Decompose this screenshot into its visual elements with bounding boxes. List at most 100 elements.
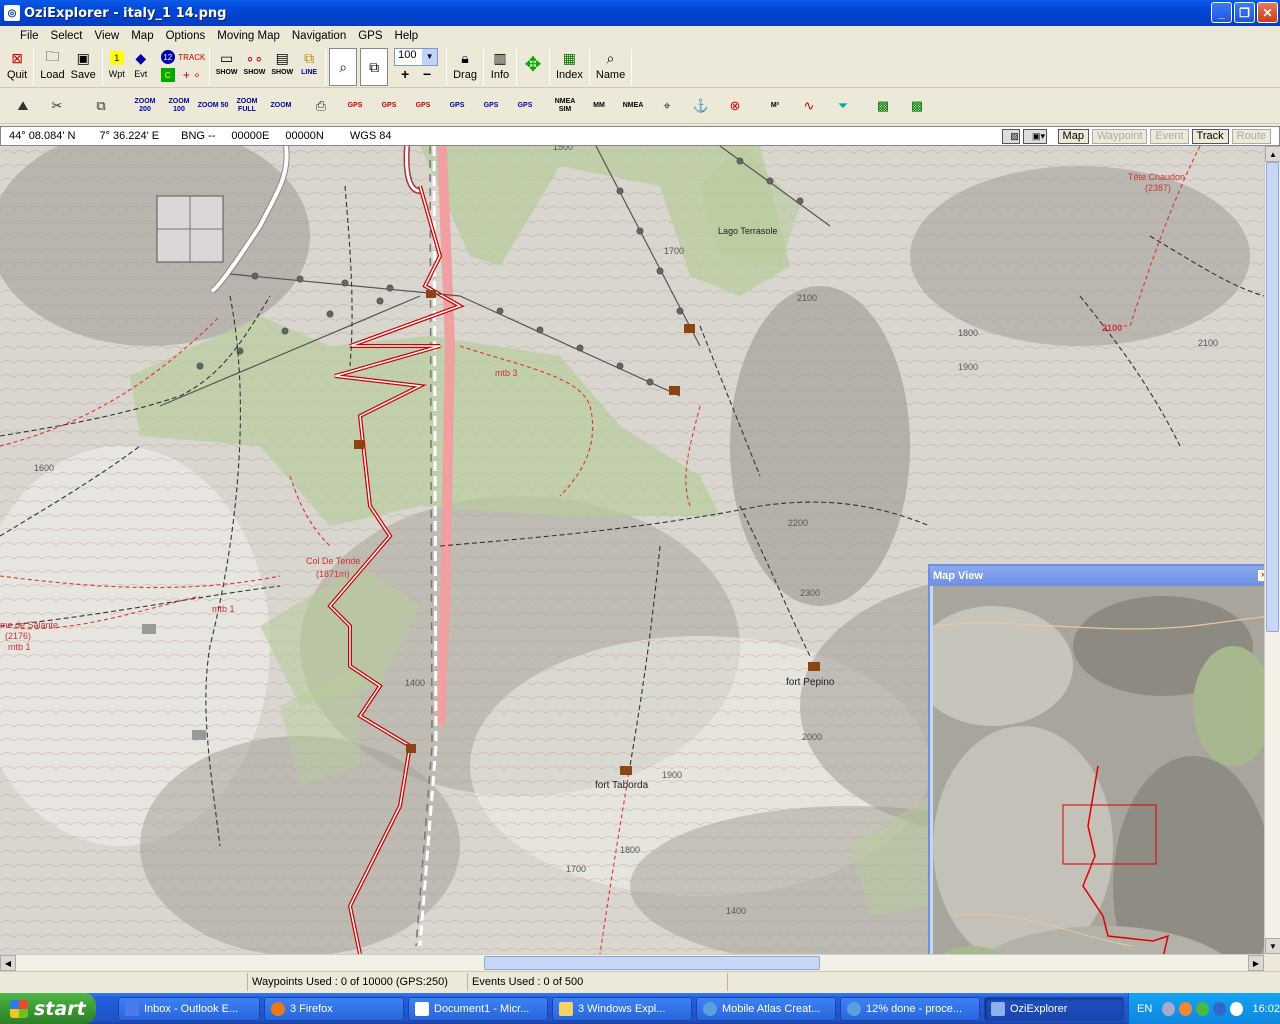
profile-button[interactable]: ∿ (792, 91, 826, 121)
zoom-out-button[interactable]: − (423, 66, 431, 82)
show-waypoints-button[interactable]: ∘∘ SHOW (241, 48, 269, 86)
title-bar[interactable]: ◎ OziExplorer - italy_1 14.png _ ❐ ✕ (0, 0, 1280, 26)
menu-select[interactable]: Select (45, 30, 89, 42)
start-button[interactable]: start (0, 993, 96, 1024)
bluetooth-icon[interactable] (1212, 1001, 1226, 1016)
task-mobile-atlas[interactable]: Mobile Atlas Creat... (696, 996, 836, 1021)
map-image-toggle-button[interactable]: ▨ (1001, 129, 1020, 144)
save-button[interactable]: ▣ Save (68, 48, 99, 86)
map-image-1-button[interactable]: ▩ (866, 91, 900, 121)
nmea-sim-button[interactable]: NMEA SIM (548, 91, 582, 121)
pan-arrows-button[interactable]: ✥ (520, 48, 546, 86)
area-button[interactable]: M² (758, 91, 792, 121)
crosshair-button[interactable]: ⌖ (650, 91, 684, 121)
menu-file[interactable]: File (14, 30, 45, 42)
print-button[interactable]: ⎙ (304, 91, 338, 121)
zoom-tool-button[interactable]: ⌕ (329, 48, 358, 86)
gps-upload-button[interactable]: GPS (338, 91, 372, 121)
zoom-50-button[interactable]: ZOOM 50 (196, 91, 230, 121)
menu-help[interactable]: Help (389, 30, 425, 42)
scroll-right-arrow[interactable]: ▶ (1248, 955, 1264, 971)
zoom-rect-button[interactable]: ZOOM (264, 91, 298, 121)
sync-icon[interactable] (1195, 1001, 1209, 1016)
task-explorer[interactable]: 3 Windows Expl... (552, 996, 692, 1021)
vertical-scrollbar[interactable]: ▲ ▼ (1264, 146, 1280, 954)
language-indicator[interactable]: EN (1137, 1003, 1152, 1015)
task-progress[interactable]: 12% done - proce... (840, 996, 980, 1021)
task-outlook[interactable]: Inbox - Outlook E... (118, 996, 260, 1021)
gps-download-button[interactable]: GPS (372, 91, 406, 121)
clock-status-icon[interactable] (1229, 1001, 1243, 1016)
horizontal-scrollbar[interactable]: ◀ ▶ (0, 954, 1264, 971)
nmea-button[interactable]: NMEA (616, 91, 650, 121)
quit-button[interactable]: ⊠ Quit (4, 48, 30, 86)
network-icon[interactable] (1162, 1001, 1176, 1016)
map-view-panel[interactable]: Map View × (928, 564, 1264, 954)
scroll-down-arrow[interactable]: ▼ (1265, 938, 1280, 954)
event-button[interactable]: ◆ Evt (128, 48, 154, 86)
show-tracks-button[interactable]: ▭ SHOW (213, 48, 241, 86)
line-button[interactable]: ⧉ LINE (296, 48, 322, 86)
task-oziexplorer[interactable]: OziExplorer (984, 996, 1124, 1021)
minimize-button[interactable]: _ (1211, 2, 1232, 23)
map-view-header[interactable]: Map View (930, 566, 1264, 586)
info-button[interactable]: ▥ Info (487, 48, 513, 86)
mode-tab-waypoint[interactable]: Waypoint (1091, 129, 1148, 144)
c-icon[interactable]: C (160, 68, 175, 82)
zoom-in-button[interactable]: + (401, 66, 409, 82)
mode-tab-track[interactable]: Track (1191, 129, 1229, 144)
menu-view[interactable]: View (89, 30, 126, 42)
menu-gps[interactable]: GPS (352, 30, 388, 42)
overview-map[interactable] (933, 586, 1264, 954)
save-mode-button[interactable]: ▣▾ (1022, 129, 1047, 144)
close-button[interactable]: ✕ (1257, 2, 1278, 23)
menu-navigation[interactable]: Navigation (286, 30, 352, 42)
gps-event-button[interactable]: GPS (508, 91, 542, 121)
load-button[interactable]: 🗀 Load (37, 48, 67, 86)
map-view-overview[interactable] (933, 586, 1264, 954)
gps-track-button[interactable]: GPS (406, 91, 440, 121)
map-view-close-button[interactable]: × (1257, 569, 1264, 582)
moving-map-button[interactable]: MM (582, 91, 616, 121)
vertical-scroll-thumb[interactable] (1266, 162, 1279, 632)
menu-moving-map[interactable]: Moving Map (211, 30, 286, 42)
map-tool-3-button[interactable]: ⧉ (84, 91, 118, 121)
horizontal-scroll-thumb[interactable] (484, 956, 820, 970)
waypoint-button[interactable]: 1 Wpt (106, 48, 128, 86)
task-firefox[interactable]: 3 Firefox (264, 996, 404, 1021)
map-tool-2-button[interactable]: ✂ (40, 91, 74, 121)
map-canvas[interactable]: Lago Terrasole Tête Chaudon (2387) Col D… (0, 146, 1264, 954)
task-word[interactable]: Document1 - Micr... (408, 996, 548, 1021)
map-image-2-button[interactable]: ▩ (900, 91, 934, 121)
stop-button[interactable]: ⊗ (718, 91, 752, 121)
route-12-icon[interactable]: 12 (160, 50, 175, 64)
clock[interactable]: 16:02 (1253, 1003, 1280, 1015)
index-button[interactable]: ▦ Index (553, 48, 586, 86)
show-routes-button[interactable]: ▤ SHOW (268, 48, 296, 86)
track-plus-icon[interactable]: + ∘ (180, 66, 204, 84)
zoom-200-button[interactable]: ZOOM 200 (128, 91, 162, 121)
map-window-button[interactable]: ⧉ (360, 48, 389, 86)
zoom-full-button[interactable]: ZOOM FULL (230, 91, 264, 121)
menu-map[interactable]: Map (125, 30, 159, 42)
mode-tab-map[interactable]: Map (1057, 129, 1089, 144)
map-grid-widget[interactable] (156, 195, 224, 263)
chevron-down-icon[interactable]: ▼ (422, 49, 438, 65)
gps-route-button[interactable]: GPS (474, 91, 508, 121)
zoom-select[interactable]: 100 ▼ (394, 48, 439, 66)
maximize-button[interactable]: ❐ (1234, 2, 1255, 23)
gps-waypoint-button[interactable]: GPS (440, 91, 474, 121)
mode-tab-route[interactable]: Route (1231, 129, 1271, 144)
name-search-button[interactable]: ⌕ Name (593, 48, 628, 86)
scroll-up-arrow[interactable]: ▲ (1265, 146, 1280, 162)
mode-tab-event[interactable]: Event (1150, 129, 1189, 144)
menu-options[interactable]: Options (160, 30, 212, 42)
map-tool-1-button[interactable]: ⛰ (6, 91, 40, 121)
zoom-100-button[interactable]: ZOOM 100 (162, 91, 196, 121)
anchor-button[interactable]: ⚓ (684, 91, 718, 121)
security-icon[interactable] (1179, 1001, 1192, 1016)
filter-button[interactable]: ⏷ (826, 91, 860, 121)
track-button[interactable]: TRACK (178, 48, 205, 66)
scroll-left-arrow[interactable]: ◀ (0, 955, 16, 971)
drag-button[interactable]: 🔒︎ Drag (450, 48, 480, 86)
